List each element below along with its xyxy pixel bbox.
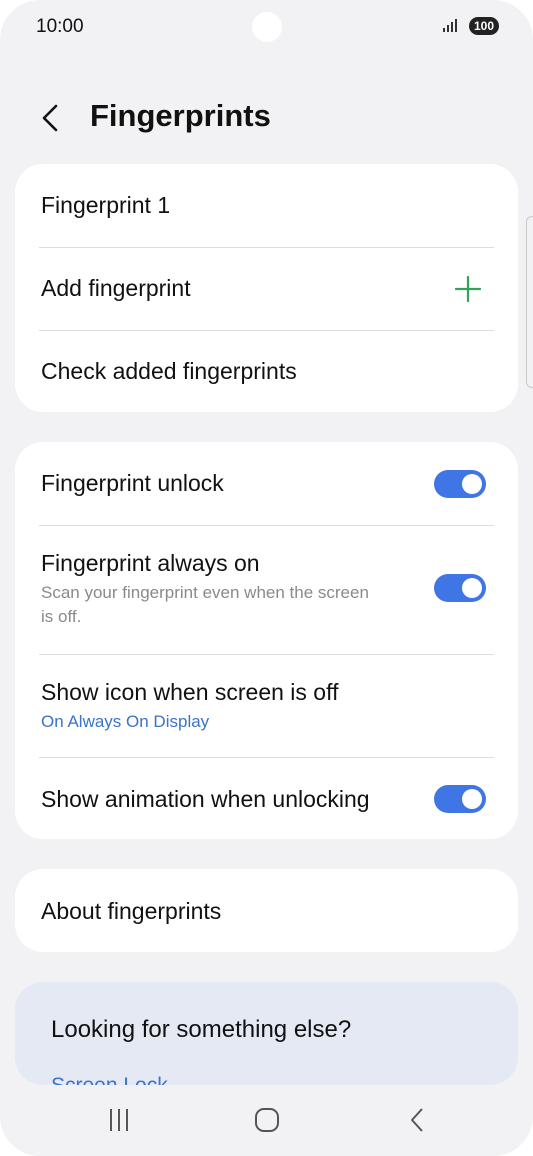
- phone-screen: 10:00 100 Fingerprints Fingerprint 1 Add…: [0, 0, 533, 1156]
- fingerprint-always-on-toggle[interactable]: [434, 574, 486, 602]
- check-fingerprints-item[interactable]: Check added fingerprints: [15, 331, 518, 413]
- battery-icon: 100: [469, 17, 499, 35]
- back-arrow-icon[interactable]: [38, 100, 66, 136]
- show-animation-item[interactable]: Show animation when unlocking: [15, 758, 518, 838]
- list-item-label: About fingerprints: [41, 898, 222, 924]
- fingerprints-card: Fingerprint 1 Add fingerprint Check adde…: [15, 164, 518, 412]
- home-icon[interactable]: [252, 1105, 282, 1135]
- signal-icon: [443, 18, 457, 32]
- page-title: Fingerprints: [90, 98, 271, 133]
- app-header: Fingerprints: [0, 92, 533, 144]
- about-fingerprints-item[interactable]: About fingerprints: [15, 869, 518, 952]
- show-icon-item[interactable]: Show icon when screen is off On Always O…: [15, 655, 518, 757]
- list-item-label: Fingerprint unlock: [41, 470, 224, 496]
- scroll-indicator[interactable]: [526, 216, 533, 388]
- camera-cutout: [252, 12, 282, 42]
- suggestions-title: Looking for something else?: [51, 1016, 352, 1043]
- list-item-label: Show icon when screen is off: [41, 679, 339, 705]
- back-nav-icon[interactable]: [402, 1105, 432, 1135]
- list-item-value: On Always On Display: [41, 712, 210, 731]
- about-card[interactable]: About fingerprints: [15, 869, 518, 952]
- recent-apps-icon[interactable]: [104, 1105, 134, 1135]
- show-animation-toggle[interactable]: [434, 785, 486, 813]
- status-time: 10:00: [36, 16, 84, 37]
- list-item-label: Fingerprint 1: [41, 192, 171, 218]
- list-item-label: Check added fingerprints: [41, 358, 297, 384]
- fingerprint-1-item[interactable]: Fingerprint 1: [15, 164, 518, 247]
- add-fingerprint-item[interactable]: Add fingerprint: [15, 248, 518, 330]
- suggestions-card: Looking for something else? Screen Lock: [15, 982, 518, 1085]
- plus-icon[interactable]: [454, 275, 482, 303]
- fingerprint-always-on-item[interactable]: Fingerprint always on Scan your fingerpr…: [15, 526, 518, 654]
- fingerprint-unlock-item[interactable]: Fingerprint unlock: [15, 442, 518, 525]
- fingerprint-unlock-toggle[interactable]: [434, 470, 486, 498]
- suggestion-link[interactable]: Screen Lock: [51, 1074, 168, 1085]
- list-item-label: Show animation when unlocking: [41, 786, 370, 812]
- navigation-bar: [0, 1085, 533, 1156]
- list-item-label: Fingerprint always on: [41, 550, 260, 576]
- status-bar: 10:00 100: [0, 0, 533, 54]
- settings-card: Fingerprint unlock Fingerprint always on…: [15, 442, 518, 839]
- list-item-description: Scan your fingerprint even when the scre…: [41, 583, 369, 626]
- list-item-label: Add fingerprint: [41, 275, 191, 301]
